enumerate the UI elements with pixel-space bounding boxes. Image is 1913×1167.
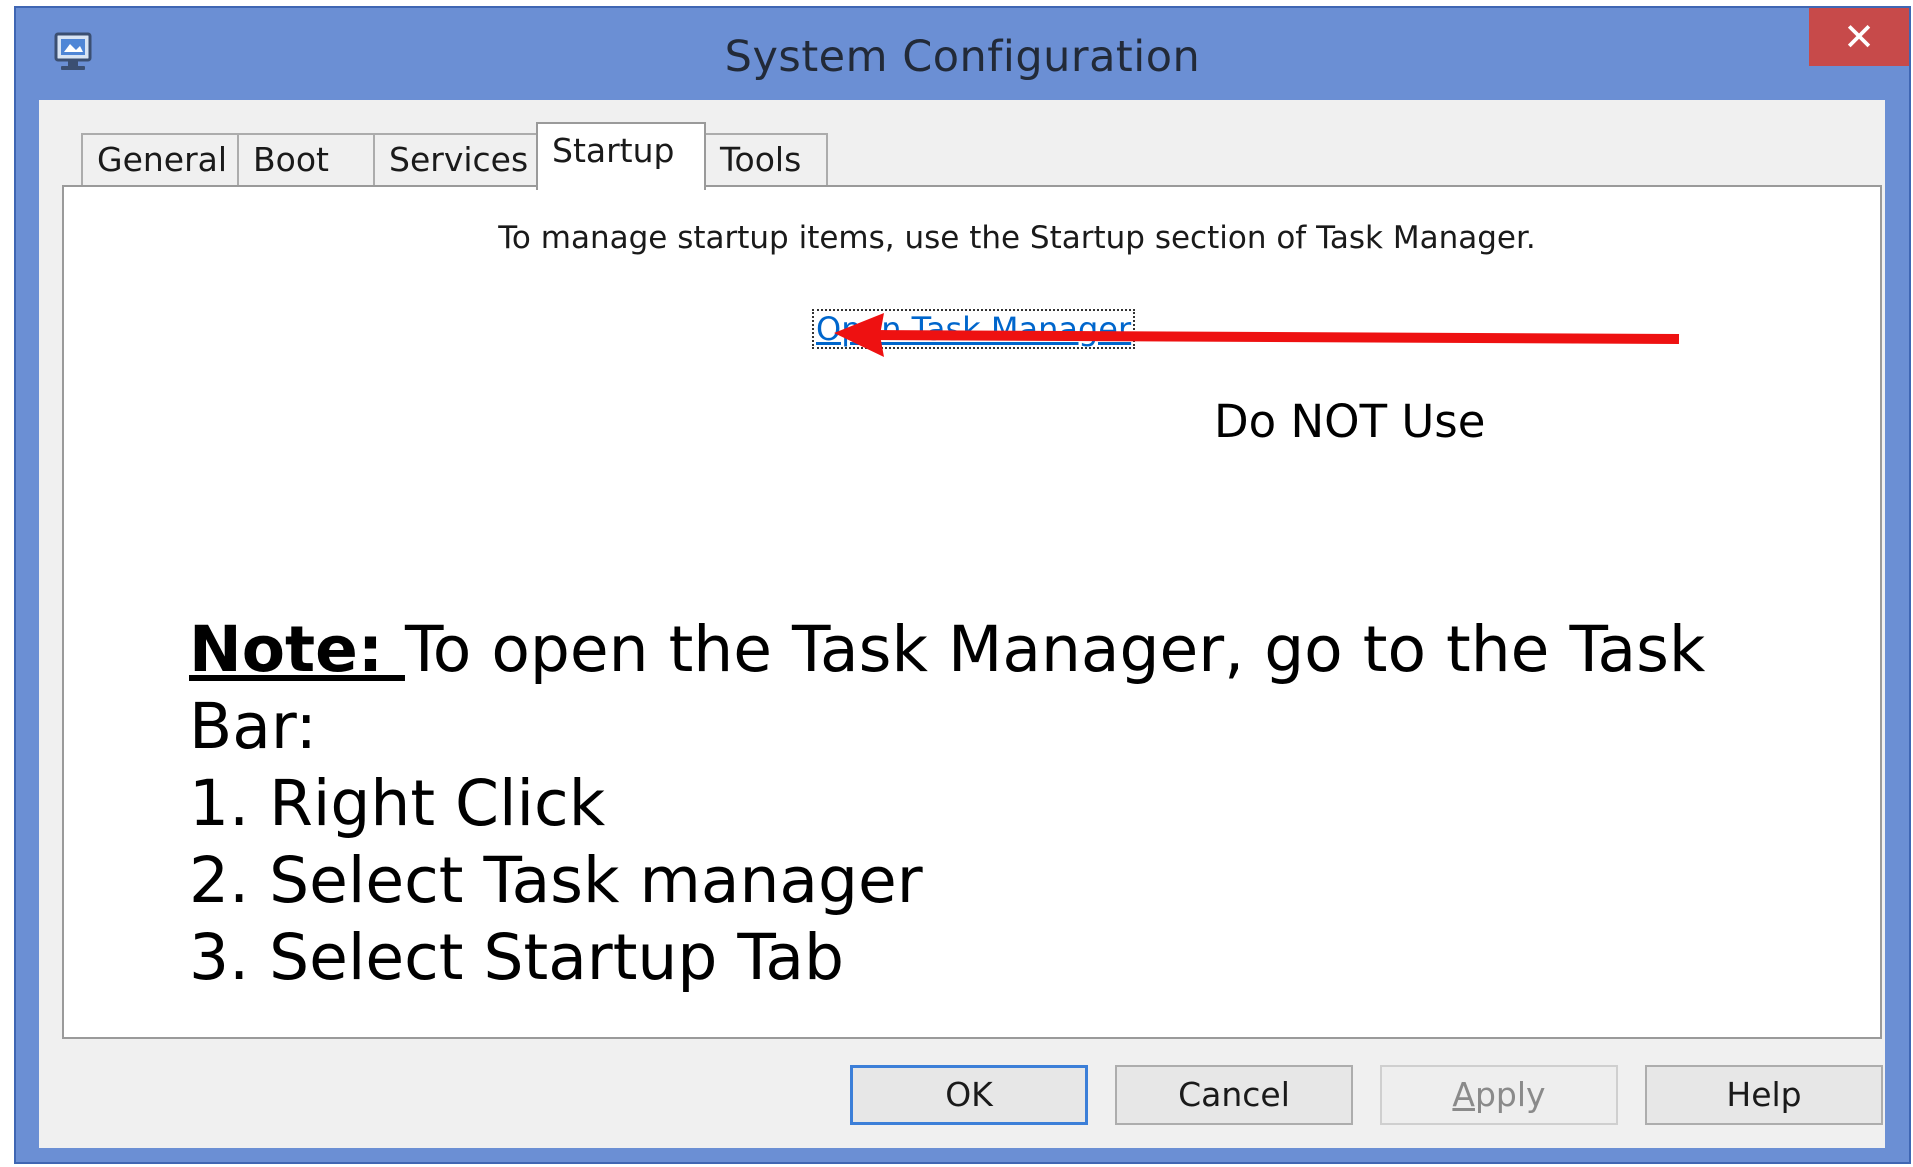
apply-label-rest: pply <box>1474 1075 1546 1114</box>
help-button[interactable]: Help <box>1645 1065 1883 1125</box>
system-configuration-window: System Configuration ✕ General Boot Serv… <box>14 6 1911 1164</box>
tab-general[interactable]: General <box>81 133 239 187</box>
note-step-3: 3. Select Startup Tab <box>189 921 845 994</box>
tab-startup[interactable]: Startup <box>536 122 706 190</box>
tab-boot-label: Boot <box>253 140 329 179</box>
close-button[interactable]: ✕ <box>1809 8 1909 66</box>
tab-tools-label: Tools <box>720 140 802 179</box>
apply-button[interactable]: Apply <box>1380 1065 1618 1125</box>
screenshot-stage: System Configuration ✕ General Boot Serv… <box>0 0 1913 1167</box>
tab-tools[interactable]: Tools <box>704 133 828 187</box>
title-bar[interactable]: System Configuration ✕ <box>16 8 1909 100</box>
note-label: Note: <box>189 613 405 686</box>
note-line-1: Note: To open the Task Manager, go to th… <box>189 611 1789 688</box>
instruction-note: Note: To open the Task Manager, go to th… <box>189 611 1789 996</box>
startup-info-text: To manage startup items, use the Startup… <box>498 220 1536 256</box>
note-text: To open the Task Manager, go to the Task <box>404 613 1706 686</box>
tab-general-label: General <box>97 140 228 179</box>
red-arrow-annotation <box>834 313 1680 357</box>
tab-services[interactable]: Services <box>373 133 539 187</box>
close-icon: ✕ <box>1843 15 1875 59</box>
note-step-1: 1. Right Click <box>189 767 606 840</box>
tab-services-label: Services <box>389 140 529 179</box>
do-not-use-callout: Do NOT Use <box>1214 395 1486 448</box>
ok-button[interactable]: OK <box>850 1065 1088 1125</box>
window-title: System Configuration <box>724 32 1201 82</box>
dialog-client-area: General Boot Services Startup Tools To m… <box>39 100 1885 1148</box>
note-step-2: 2. Select Task manager <box>189 844 923 917</box>
startup-tab-panel: To manage startup items, use the Startup… <box>62 185 1882 1039</box>
tab-boot[interactable]: Boot <box>237 133 375 187</box>
cancel-button[interactable]: Cancel <box>1115 1065 1353 1125</box>
apply-accelerator: A <box>1452 1075 1475 1114</box>
tab-startup-label: Startup <box>552 131 675 170</box>
note-line-2: Bar: <box>189 690 317 763</box>
